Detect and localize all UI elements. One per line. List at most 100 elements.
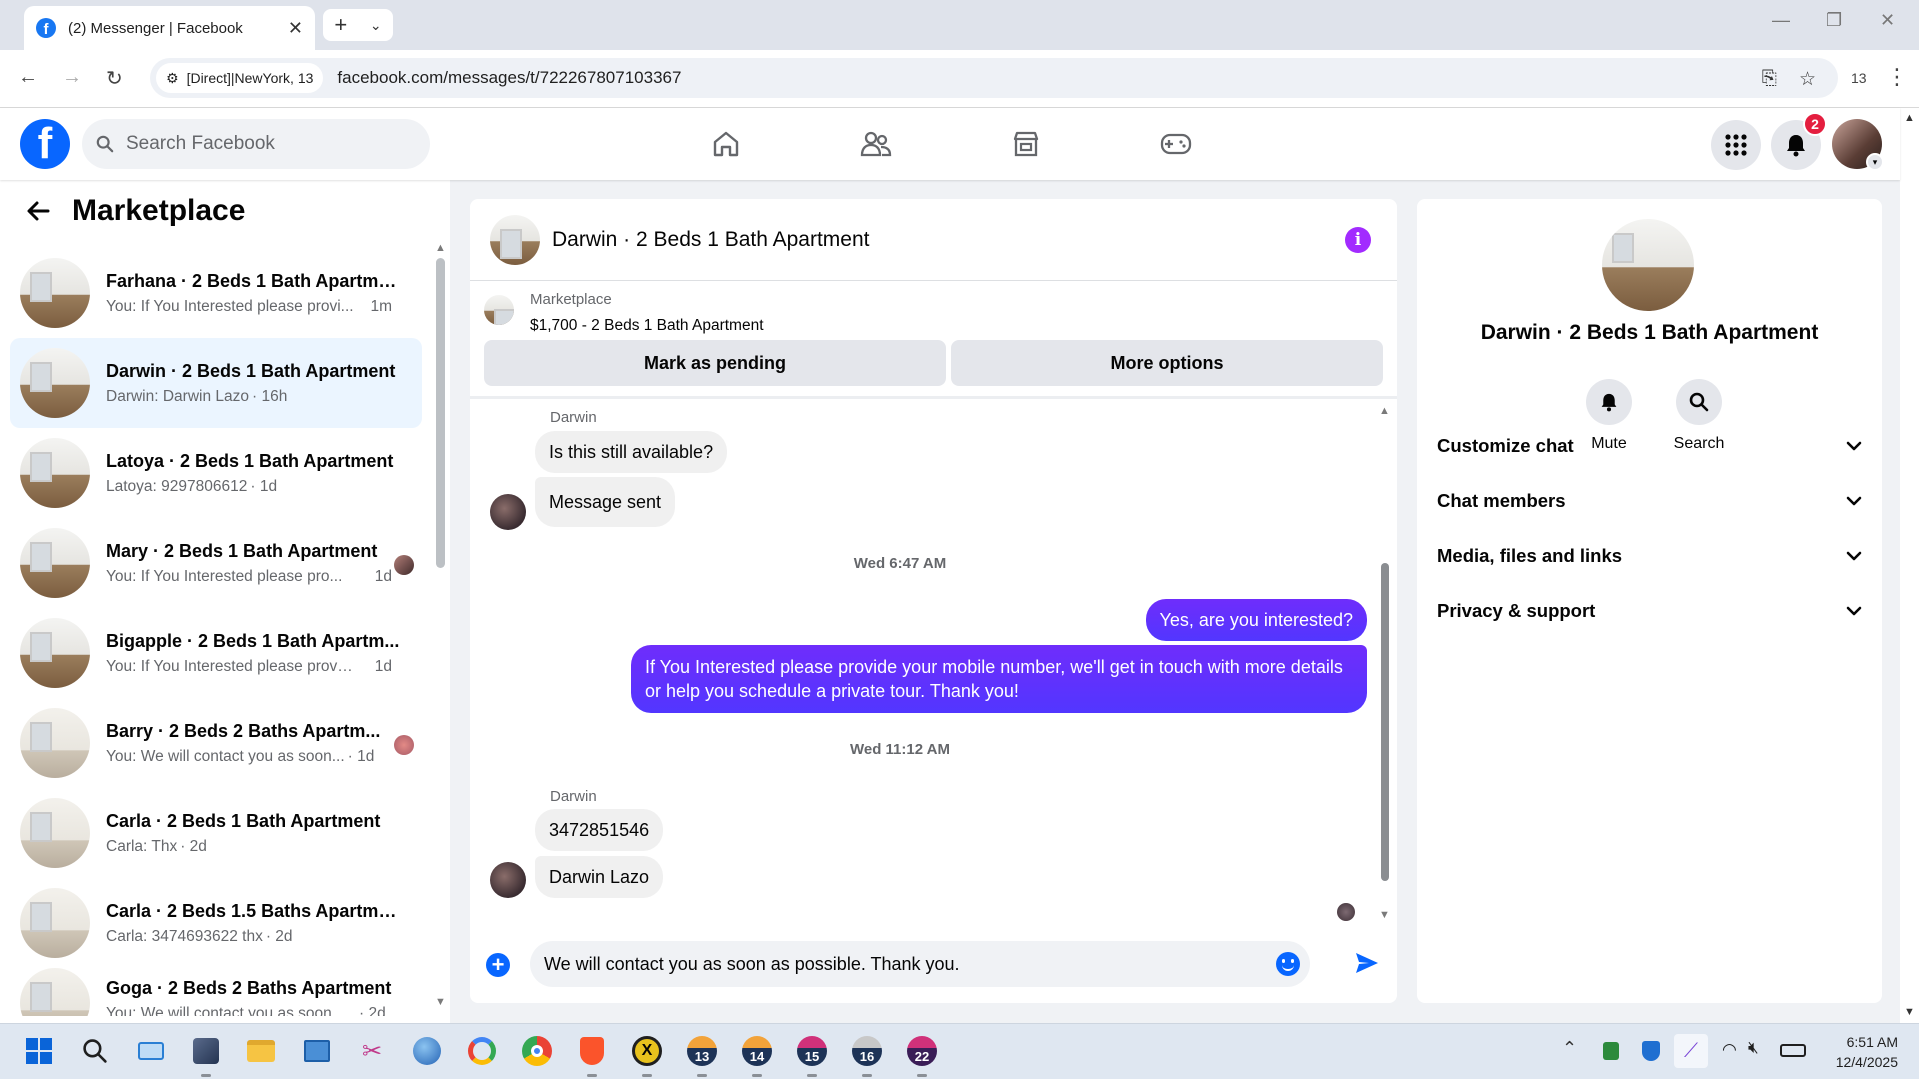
marketplace-listing-card[interactable]: Marketplace $1,700 - 2 Beds 1 Bath Apart…	[484, 291, 764, 335]
chat-scrollbar[interactable]: ▲ ▼	[1378, 405, 1392, 925]
browser-profile-13-icon[interactable]: 13	[685, 1034, 719, 1077]
sender-avatar[interactable]	[490, 494, 526, 530]
message-input-box[interactable]	[530, 941, 1310, 987]
omnibox[interactable]: ⚙ [Direct]|NewYork, 13 facebook.com/mess…	[150, 58, 1838, 98]
browser-menu-icon[interactable]: ⋮	[1886, 64, 1908, 90]
site-info-chip[interactable]: ⚙ [Direct]|NewYork, 13	[156, 63, 324, 93]
send-icon[interactable]	[1354, 951, 1380, 975]
outgoing-message[interactable]: If You Interested please provide your mo…	[631, 645, 1367, 713]
scroll-down-icon[interactable]: ▼	[435, 996, 446, 1008]
security-tray-icon[interactable]	[1594, 1034, 1628, 1068]
new-tab-icon[interactable]: +	[334, 12, 347, 38]
conversation-item[interactable]: Farhana · 2 Beds 1 Bath Apartme... You: …	[10, 248, 422, 338]
back-icon[interactable]: ←	[18, 66, 38, 89]
windows-start-icon[interactable]	[22, 1034, 56, 1068]
restore-icon[interactable]: ❐	[1826, 10, 1842, 31]
emoji-icon[interactable]	[1276, 952, 1300, 976]
listing-thumbnail	[20, 348, 90, 418]
chat-thumbnail[interactable]	[490, 214, 540, 265]
profile-indicator[interactable]: 13	[1851, 70, 1867, 86]
conversation-item[interactable]: Mary · 2 Beds 1 Bath Apartment You: If Y…	[10, 518, 422, 608]
customize-chat-section[interactable]: Customize chat	[1437, 426, 1862, 466]
scrollbar-thumb[interactable]	[436, 258, 445, 568]
conversation-item[interactable]: Barry · 2 Beds 2 Baths Apartm... You: We…	[10, 698, 422, 788]
incoming-message[interactable]: Message sent	[535, 477, 676, 527]
facebook-logo-icon[interactable]: f	[20, 119, 70, 169]
battery-icon[interactable]	[1780, 1044, 1806, 1057]
gaming-icon[interactable]	[1156, 126, 1196, 162]
scroll-up-icon[interactable]: ▲	[435, 242, 446, 254]
reload-icon[interactable]: ↻	[106, 66, 123, 91]
forward-icon[interactable]: →	[62, 66, 82, 89]
page-scrollbar[interactable]: ▲ ▼	[1900, 108, 1919, 1023]
scroll-down-icon[interactable]: ▼	[1379, 909, 1390, 921]
snipping-tool-icon[interactable]: ✂	[355, 1034, 389, 1068]
control-panel-icon[interactable]	[300, 1034, 334, 1068]
conversation-item[interactable]: Carla · 2 Beds 1.5 Baths Apartment Carla…	[10, 878, 422, 968]
conversation-item-active[interactable]: Darwin · 2 Beds 1 Bath Apartment Darwin:…	[10, 338, 422, 428]
brave-browser-icon[interactable]	[575, 1034, 609, 1077]
url-text[interactable]: facebook.com/messages/t/722267807103367	[337, 68, 681, 88]
scroll-up-icon[interactable]: ▲	[1904, 112, 1915, 124]
close-tab-icon[interactable]: ✕	[288, 18, 303, 39]
marketplace-icon[interactable]	[1006, 126, 1046, 162]
plus-icon[interactable]: +	[486, 953, 510, 977]
conversation-scrollbar[interactable]: ▲ ▼	[434, 240, 446, 1010]
chat-title[interactable]: Darwin · 2 Beds 1 Bath Apartment	[552, 228, 870, 252]
app-x-icon[interactable]: X	[630, 1034, 664, 1077]
home-icon[interactable]	[706, 126, 746, 162]
mark-as-pending-button[interactable]: Mark as pending	[484, 340, 946, 386]
menu-grid-button[interactable]	[1711, 120, 1761, 170]
system-clock[interactable]: 6:51 AM 12/4/2025	[1818, 1032, 1898, 1072]
more-options-button[interactable]: More options	[951, 340, 1383, 386]
taskbar-search-icon[interactable]	[78, 1034, 112, 1068]
google-app-icon[interactable]	[465, 1034, 499, 1068]
speaker-muted-icon[interactable]: 🔇︎	[1748, 1038, 1759, 1058]
task-view-icon[interactable]	[134, 1034, 168, 1068]
chrome-icon[interactable]	[520, 1034, 554, 1068]
tab-list-chevron-icon[interactable]: ⌄	[370, 17, 382, 34]
window-close-icon[interactable]: ✕	[1880, 10, 1895, 31]
friends-icon[interactable]	[856, 126, 896, 162]
pen-tray-icon[interactable]: ⟋	[1674, 1034, 1708, 1068]
scrollbar-thumb[interactable]	[1381, 563, 1389, 881]
message-input[interactable]	[544, 953, 1264, 975]
defender-tray-icon[interactable]	[1634, 1034, 1668, 1068]
media-files-links-section[interactable]: Media, files and links	[1437, 536, 1862, 576]
browser-profile-15-icon[interactable]: 15	[795, 1034, 829, 1077]
conversation-item[interactable]: Bigapple · 2 Beds 1 Bath Apartm... You: …	[10, 608, 422, 698]
install-app-icon[interactable]: ⎘	[1762, 68, 1777, 91]
wifi-icon[interactable]: ◠	[1722, 1040, 1737, 1060]
globe-browser-icon[interactable]	[410, 1034, 444, 1068]
browser-profile-14-icon[interactable]: 14	[740, 1034, 774, 1077]
incoming-message[interactable]: 3472851546	[535, 809, 664, 851]
info-icon[interactable]: i	[1345, 227, 1371, 253]
facebook-search-input[interactable]	[126, 133, 406, 155]
scroll-up-icon[interactable]: ▲	[1379, 405, 1390, 417]
chat-members-section[interactable]: Chat members	[1437, 481, 1862, 521]
incoming-message[interactable]: Is this still available?	[535, 431, 728, 473]
browser-profile-16-icon[interactable]: 16	[850, 1034, 884, 1077]
incoming-message[interactable]: Darwin Lazo	[535, 856, 664, 898]
back-arrow-icon[interactable]	[26, 200, 50, 222]
listing-thumbnail	[20, 968, 90, 1016]
bookmark-star-icon[interactable]: ☆	[1799, 68, 1816, 91]
marketplace-label: Marketplace	[530, 291, 612, 308]
conversation-item[interactable]: Latoya · 2 Beds 1 Bath Apartment Latoya:…	[10, 428, 422, 518]
browser-profile-22-icon[interactable]: 22	[905, 1034, 939, 1077]
conversation-item[interactable]: Goga · 2 Beds 2 Baths Apartment You: We …	[10, 968, 422, 1016]
app-icon[interactable]	[189, 1034, 223, 1077]
privacy-support-section[interactable]: Privacy & support	[1437, 591, 1862, 631]
sender-avatar[interactable]	[490, 862, 526, 898]
browser-tab[interactable]: f (2) Messenger | Facebook ✕	[24, 6, 315, 50]
outgoing-message[interactable]: Yes, are you interested?	[1145, 599, 1367, 641]
account-avatar[interactable]: ▾	[1832, 119, 1884, 171]
minimize-icon[interactable]: —	[1772, 10, 1790, 31]
listing-thumbnail-large[interactable]	[1602, 219, 1694, 311]
file-explorer-icon[interactable]	[244, 1034, 278, 1068]
scroll-down-icon[interactable]: ▼	[1904, 1006, 1915, 1018]
conversation-item[interactable]: Carla · 2 Beds 1 Bath Apartment Carla: T…	[10, 788, 422, 878]
chevron-up-icon[interactable]: ⌃	[1562, 1038, 1577, 1059]
conversation-name: Farhana · 2 Beds 1 Bath Apartme...	[106, 270, 402, 291]
facebook-search[interactable]	[82, 119, 430, 169]
